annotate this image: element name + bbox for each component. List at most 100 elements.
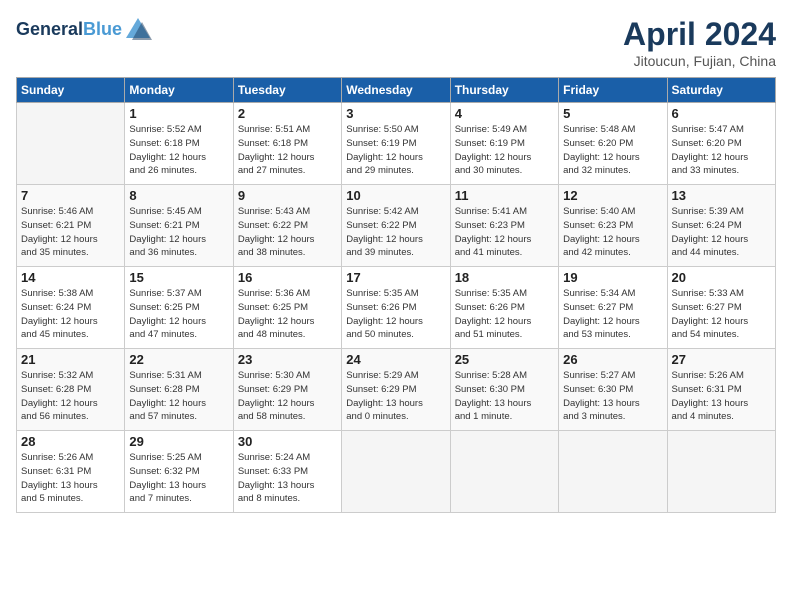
- day-info: Sunrise: 5:37 AMSunset: 6:25 PMDaylight:…: [129, 287, 228, 342]
- day-number: 29: [129, 434, 228, 449]
- day-number: 26: [563, 352, 662, 367]
- weekday-header: Monday: [125, 78, 233, 103]
- logo-text: GeneralBlue: [16, 20, 122, 40]
- calendar-cell: 17 Sunrise: 5:35 AMSunset: 6:26 PMDayligh…: [342, 267, 450, 349]
- day-number: 4: [455, 106, 554, 121]
- day-number: 27: [672, 352, 771, 367]
- day-info: Sunrise: 5:38 AMSunset: 6:24 PMDaylight:…: [21, 287, 120, 342]
- calendar-cell: [559, 431, 667, 513]
- day-info: Sunrise: 5:36 AMSunset: 6:25 PMDaylight:…: [238, 287, 337, 342]
- day-info: Sunrise: 5:28 AMSunset: 6:30 PMDaylight:…: [455, 369, 554, 424]
- calendar-cell: 10Sunrise: 5:42 AMSunset: 6:22 PMDayligh…: [342, 185, 450, 267]
- calendar-cell: 12Sunrise: 5:40 AMSunset: 6:23 PMDayligh…: [559, 185, 667, 267]
- day-number: 12: [563, 188, 662, 203]
- day-info: Sunrise: 5:31 AMSunset: 6:28 PMDaylight:…: [129, 369, 228, 424]
- day-info: Sunrise: 5:51 AMSunset: 6:18 PMDaylight:…: [238, 123, 337, 178]
- calendar-cell: 14Sunrise: 5:38 AMSunset: 6:24 PMDayligh…: [17, 267, 125, 349]
- calendar-cell: 8 Sunrise: 5:45 AMSunset: 6:21 PMDaylight…: [125, 185, 233, 267]
- calendar-cell: 27 Sunrise: 5:26 AMSunset: 6:31 PMDayligh…: [667, 349, 775, 431]
- day-info: Sunrise: 5:46 AMSunset: 6:21 PMDaylight:…: [21, 205, 120, 260]
- day-number: 5: [563, 106, 662, 121]
- logo: GeneralBlue: [16, 16, 152, 44]
- header: GeneralBlue April 2024 Jitoucun, Fujian,…: [16, 16, 776, 69]
- day-info: Sunrise: 5:39 AMSunset: 6:24 PMDaylight:…: [672, 205, 771, 260]
- day-info: Sunrise: 5:34 AMSunset: 6:27 PMDaylight:…: [563, 287, 662, 342]
- calendar-cell: 5 Sunrise: 5:48 AMSunset: 6:20 PMDaylight…: [559, 103, 667, 185]
- calendar-cell: 20 Sunrise: 5:33 AMSunset: 6:27 PMDayligh…: [667, 267, 775, 349]
- day-info: Sunrise: 5:48 AMSunset: 6:20 PMDaylight:…: [563, 123, 662, 178]
- calendar-cell: [667, 431, 775, 513]
- day-number: 7: [21, 188, 120, 203]
- day-info: Sunrise: 5:27 AMSunset: 6:30 PMDaylight:…: [563, 369, 662, 424]
- day-number: 1: [129, 106, 228, 121]
- calendar-cell: 6Sunrise: 5:47 AMSunset: 6:20 PMDaylight…: [667, 103, 775, 185]
- day-info: Sunrise: 5:49 AMSunset: 6:19 PMDaylight:…: [455, 123, 554, 178]
- calendar-week-row: 28 Sunrise: 5:26 AMSunset: 6:31 PMDayligh…: [17, 431, 776, 513]
- calendar-cell: 19 Sunrise: 5:34 AMSunset: 6:27 PMDayligh…: [559, 267, 667, 349]
- day-number: 28: [21, 434, 120, 449]
- calendar-cell: [342, 431, 450, 513]
- day-info: Sunrise: 5:41 AMSunset: 6:23 PMDaylight:…: [455, 205, 554, 260]
- day-number: 6: [672, 106, 771, 121]
- day-number: 19: [563, 270, 662, 285]
- logo-icon: [124, 16, 152, 44]
- day-number: 17: [346, 270, 445, 285]
- calendar-cell: 11 Sunrise: 5:41 AMSunset: 6:23 PMDayligh…: [450, 185, 558, 267]
- calendar-cell: 16 Sunrise: 5:36 AMSunset: 6:25 PMDayligh…: [233, 267, 341, 349]
- day-info: Sunrise: 5:25 AMSunset: 6:32 PMDaylight:…: [129, 451, 228, 506]
- calendar-week-row: 1 Sunrise: 5:52 AMSunset: 6:18 PMDaylight…: [17, 103, 776, 185]
- calendar-cell: 23Sunrise: 5:30 AMSunset: 6:29 PMDayligh…: [233, 349, 341, 431]
- day-number: 15: [129, 270, 228, 285]
- calendar-cell: 28 Sunrise: 5:26 AMSunset: 6:31 PMDayligh…: [17, 431, 125, 513]
- day-number: 21: [21, 352, 120, 367]
- day-info: Sunrise: 5:32 AMSunset: 6:28 PMDaylight:…: [21, 369, 120, 424]
- day-number: 30: [238, 434, 337, 449]
- calendar-cell: [17, 103, 125, 185]
- calendar-cell: 29 Sunrise: 5:25 AMSunset: 6:32 PMDayligh…: [125, 431, 233, 513]
- calendar-cell: 1 Sunrise: 5:52 AMSunset: 6:18 PMDaylight…: [125, 103, 233, 185]
- day-info: Sunrise: 5:35 AMSunset: 6:26 PMDaylight:…: [346, 287, 445, 342]
- calendar-week-row: 7 Sunrise: 5:46 AMSunset: 6:21 PMDaylight…: [17, 185, 776, 267]
- main-container: GeneralBlue April 2024 Jitoucun, Fujian,…: [0, 0, 792, 523]
- calendar-cell: 22 Sunrise: 5:31 AMSunset: 6:28 PMDayligh…: [125, 349, 233, 431]
- day-info: Sunrise: 5:43 AMSunset: 6:22 PMDaylight:…: [238, 205, 337, 260]
- calendar-week-row: 21 Sunrise: 5:32 AMSunset: 6:28 PMDayligh…: [17, 349, 776, 431]
- calendar-cell: 18 Sunrise: 5:35 AMSunset: 6:26 PMDayligh…: [450, 267, 558, 349]
- day-number: 11: [455, 188, 554, 203]
- calendar-table: SundayMondayTuesdayWednesdayThursdayFrid…: [16, 77, 776, 513]
- day-number: 3: [346, 106, 445, 121]
- weekday-header-row: SundayMondayTuesdayWednesdayThursdayFrid…: [17, 78, 776, 103]
- weekday-header: Friday: [559, 78, 667, 103]
- calendar-cell: 3Sunrise: 5:50 AMSunset: 6:19 PMDaylight…: [342, 103, 450, 185]
- calendar-cell: 15 Sunrise: 5:37 AMSunset: 6:25 PMDayligh…: [125, 267, 233, 349]
- title-block: April 2024 Jitoucun, Fujian, China: [623, 16, 776, 69]
- day-info: Sunrise: 5:26 AMSunset: 6:31 PMDaylight:…: [21, 451, 120, 506]
- day-info: Sunrise: 5:30 AMSunset: 6:29 PMDaylight:…: [238, 369, 337, 424]
- day-number: 8: [129, 188, 228, 203]
- day-number: 18: [455, 270, 554, 285]
- day-number: 9: [238, 188, 337, 203]
- day-number: 22: [129, 352, 228, 367]
- day-number: 10: [346, 188, 445, 203]
- day-info: Sunrise: 5:29 AMSunset: 6:29 PMDaylight:…: [346, 369, 445, 424]
- day-info: Sunrise: 5:45 AMSunset: 6:21 PMDaylight:…: [129, 205, 228, 260]
- day-number: 16: [238, 270, 337, 285]
- calendar-cell: 21 Sunrise: 5:32 AMSunset: 6:28 PMDayligh…: [17, 349, 125, 431]
- day-number: 13: [672, 188, 771, 203]
- calendar-cell: 30 Sunrise: 5:24 AMSunset: 6:33 PMDayligh…: [233, 431, 341, 513]
- day-info: Sunrise: 5:35 AMSunset: 6:26 PMDaylight:…: [455, 287, 554, 342]
- calendar-cell: 2Sunrise: 5:51 AMSunset: 6:18 PMDaylight…: [233, 103, 341, 185]
- day-info: Sunrise: 5:52 AMSunset: 6:18 PMDaylight:…: [129, 123, 228, 178]
- calendar-week-row: 14Sunrise: 5:38 AMSunset: 6:24 PMDayligh…: [17, 267, 776, 349]
- day-number: 25: [455, 352, 554, 367]
- day-number: 20: [672, 270, 771, 285]
- day-info: Sunrise: 5:33 AMSunset: 6:27 PMDaylight:…: [672, 287, 771, 342]
- day-info: Sunrise: 5:26 AMSunset: 6:31 PMDaylight:…: [672, 369, 771, 424]
- day-number: 24: [346, 352, 445, 367]
- calendar-title: April 2024: [623, 16, 776, 53]
- calendar-cell: 24 Sunrise: 5:29 AMSunset: 6:29 PMDayligh…: [342, 349, 450, 431]
- day-info: Sunrise: 5:24 AMSunset: 6:33 PMDaylight:…: [238, 451, 337, 506]
- weekday-header: Tuesday: [233, 78, 341, 103]
- weekday-header: Saturday: [667, 78, 775, 103]
- weekday-header: Wednesday: [342, 78, 450, 103]
